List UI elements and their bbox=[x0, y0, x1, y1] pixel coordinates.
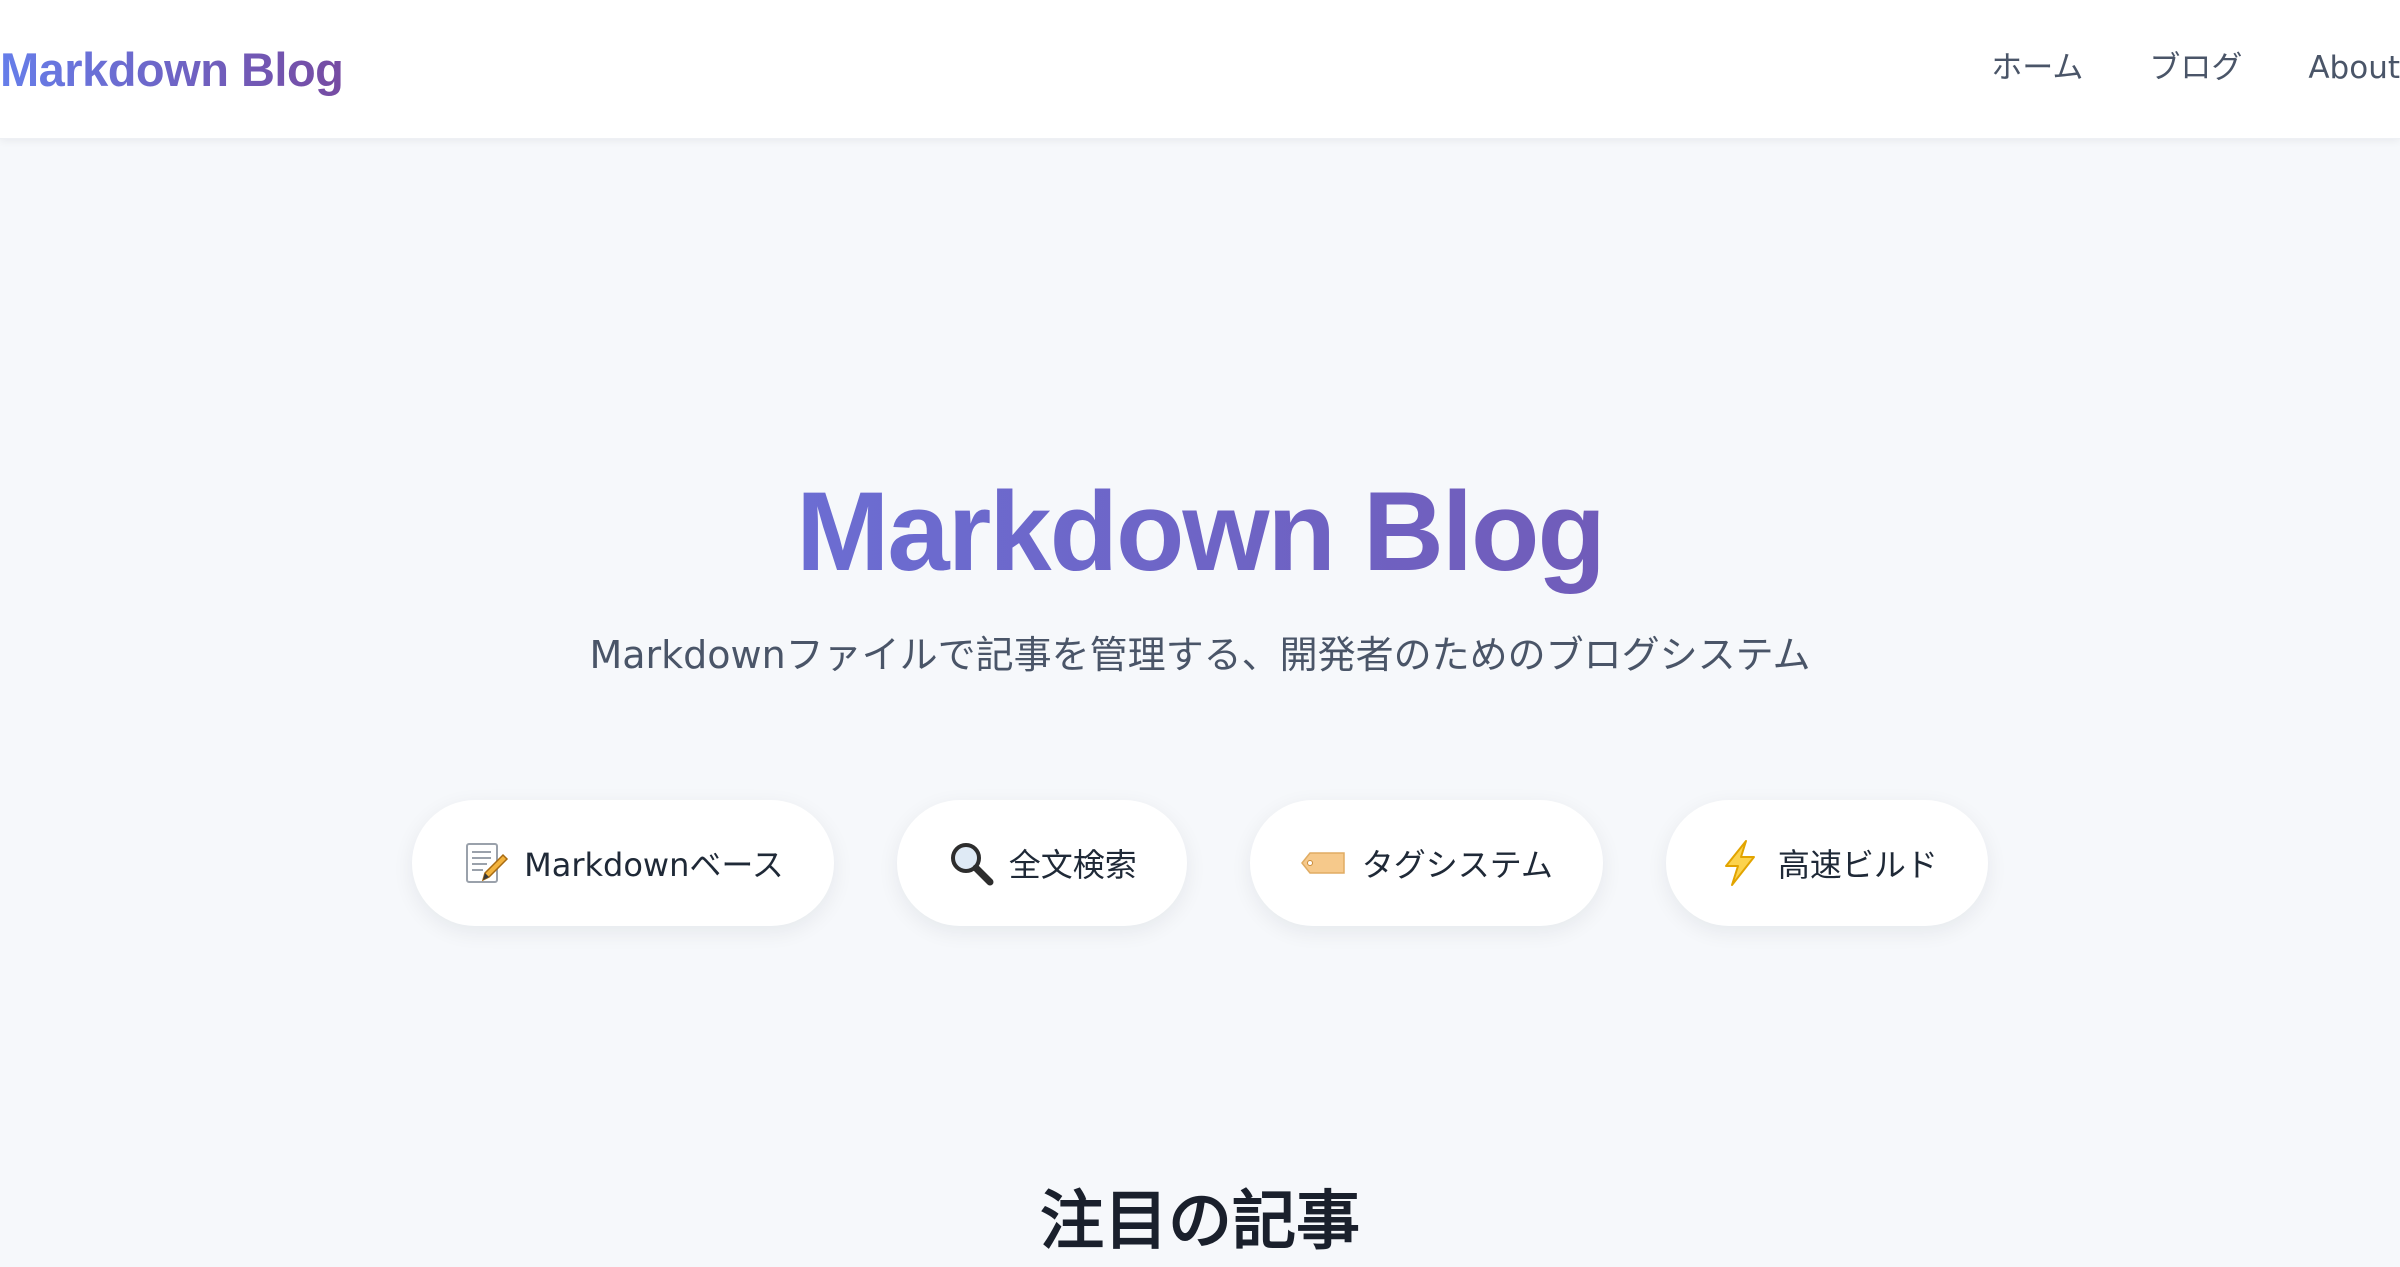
brand-logo-link[interactable]: Markdown Blog bbox=[0, 40, 344, 100]
hero-title: Markdown Blog bbox=[0, 467, 2400, 597]
lightning-icon bbox=[1716, 839, 1764, 887]
feature-label-markdown: Markdownベース bbox=[524, 846, 784, 884]
tag-icon bbox=[1300, 839, 1348, 887]
featured-articles-heading: 注目の記事 bbox=[1040, 1185, 1360, 1259]
memo-icon bbox=[462, 839, 510, 887]
hero-section: Markdown Blog Markdownファイルで記事を管理する、開発者のた… bbox=[0, 139, 2400, 1260]
feature-build: 高速ビルド bbox=[1665, 800, 1988, 926]
hero-subtitle: Markdownファイルで記事を管理する、開発者のためのブログシステム bbox=[589, 633, 1811, 677]
feature-search: 全文検索 bbox=[896, 800, 1187, 926]
feature-tags: タグシステム bbox=[1249, 800, 1603, 926]
main-nav: ホーム ブログ About bbox=[1991, 40, 2400, 96]
nav-link-about[interactable]: About bbox=[2308, 40, 2400, 96]
magnifier-icon bbox=[947, 839, 995, 887]
feature-label-search: 全文検索 bbox=[1008, 846, 1137, 884]
nav-link-home[interactable]: ホーム bbox=[1991, 40, 2083, 96]
feature-label-tags: タグシステム bbox=[1361, 846, 1553, 884]
feature-markdown: Markdownベース bbox=[412, 800, 834, 926]
site-header: Markdown Blog ホーム ブログ About bbox=[0, 0, 2400, 139]
feature-label-build: 高速ビルド bbox=[1777, 846, 1938, 884]
feature-list: Markdownベース 全文検索 タグシステム 高速ビルド bbox=[0, 800, 2400, 926]
nav-link-blog[interactable]: ブログ bbox=[2149, 40, 2242, 96]
